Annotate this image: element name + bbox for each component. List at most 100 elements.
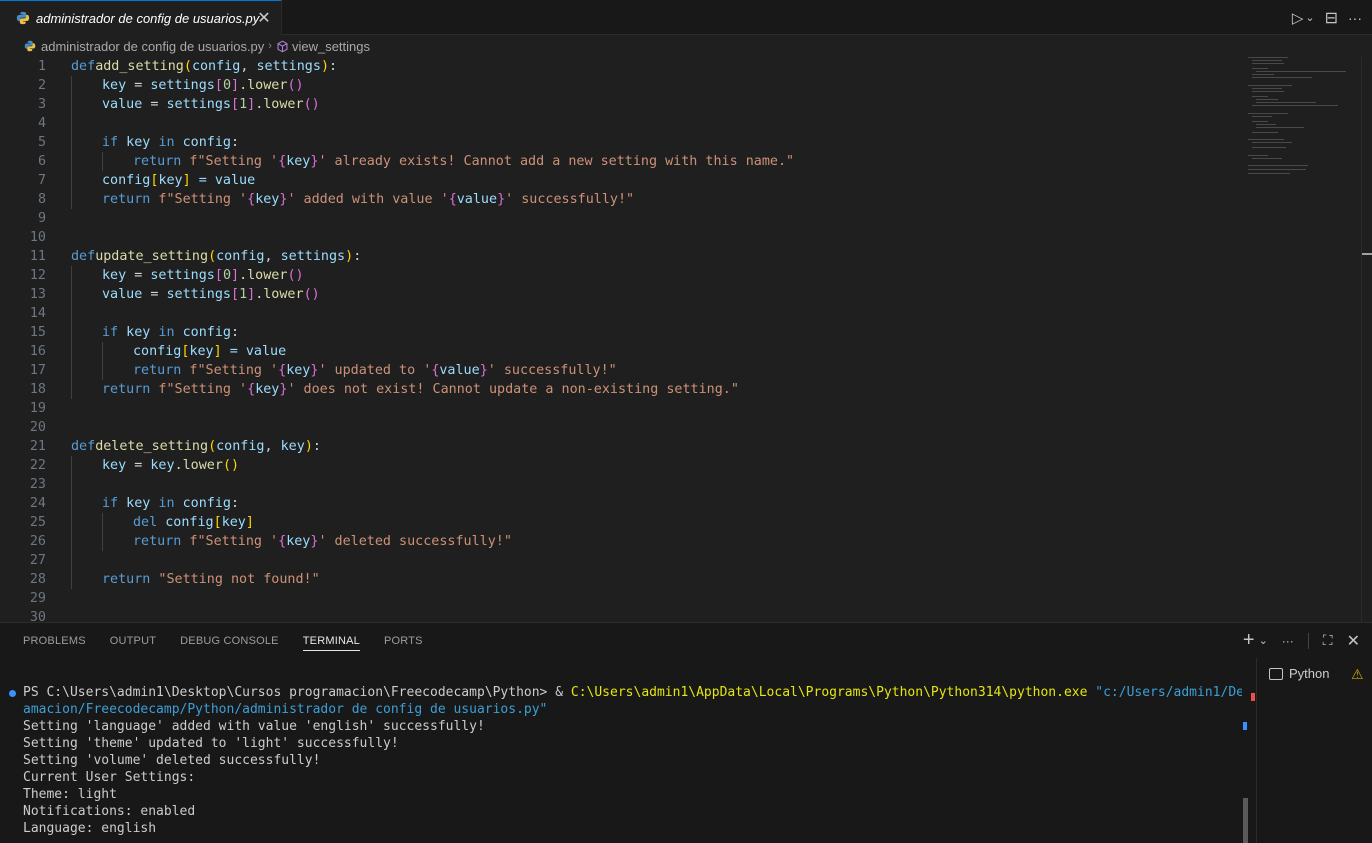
line-number: 27 (29, 553, 46, 568)
code-line[interactable]: 13 value = settings[1].lower() (0, 285, 1240, 304)
command-marker (1243, 722, 1247, 730)
breadcrumb-file[interactable]: administrador de config de usuarios.py (41, 39, 264, 54)
code-text: return f"Setting '{key}' already exists!… (133, 152, 794, 171)
code-line[interactable]: 14 (0, 304, 1240, 323)
code-token: settings (256, 59, 321, 74)
code-line[interactable]: 27 (0, 551, 1240, 570)
code-token: [ (231, 287, 240, 302)
code-token: key (221, 515, 246, 530)
code-token: def (71, 59, 96, 74)
code-line[interactable]: 7 config[key] = value (0, 171, 1240, 190)
tab-output[interactable]: OUTPUT (110, 623, 156, 658)
chevron-down-icon[interactable]: ⌄ (1259, 634, 1268, 647)
code-line[interactable]: 19 (0, 399, 1240, 418)
code-text: return f"Setting '{key}' deleted success… (133, 532, 512, 551)
code-line[interactable]: 2 key = settings[0].lower() (0, 76, 1240, 95)
command-decoration-icon[interactable] (9, 690, 16, 697)
warning-icon[interactable]: ⚠ (1351, 666, 1364, 683)
code-text: defadd_setting(config, settings): (71, 57, 337, 76)
code-line[interactable]: 6 return f"Setting '{key}' already exists… (0, 152, 1240, 171)
code-line[interactable]: 28 return "Setting not found!" (0, 570, 1240, 589)
line-number: 26 (29, 534, 46, 549)
code-token: config (174, 325, 231, 340)
terminal-output[interactable]: PS C:\Users\admin1\Desktop\Cursos progra… (0, 684, 1242, 843)
tab-file[interactable]: administrador de config de usuarios.py ✕ (0, 0, 282, 35)
code-token: , (240, 59, 257, 74)
code-token: value (439, 363, 480, 378)
code-token: ] (245, 515, 254, 530)
code-text: return f"Setting '{key}' added with valu… (102, 190, 634, 209)
code-line[interactable]: 15 if key in config: (0, 323, 1240, 342)
code-line[interactable]: 26 return f"Setting '{key}' deleted succe… (0, 532, 1240, 551)
tab-ports[interactable]: PORTS (384, 623, 423, 658)
run-icon[interactable]: ▷ (1292, 9, 1304, 27)
code-text: value = settings[1].lower() (102, 95, 320, 114)
split-editor-icon[interactable]: ⊟ (1325, 8, 1338, 28)
code-editor[interactable]: 1 defadd_setting(config, settings): 2 key =… (0, 57, 1372, 622)
code-token: return (102, 572, 151, 587)
line-number: 22 (29, 458, 46, 473)
code-token: 0 (222, 268, 231, 283)
code-line[interactable]: 11 defupdate_setting(config, settings): (0, 247, 1240, 266)
maximize-icon[interactable]: ⛶ (1323, 632, 1333, 649)
code-line[interactable]: 9 (0, 209, 1240, 228)
code-token: key (118, 135, 159, 150)
code-line[interactable]: 30 (0, 608, 1240, 622)
code-token: : (329, 59, 338, 74)
code-token: key (189, 344, 214, 359)
code-line[interactable]: 10 (0, 228, 1240, 247)
code-token: config (133, 344, 182, 359)
tab-problems[interactable]: PROBLEMS (23, 623, 86, 658)
code-line[interactable]: 20 (0, 418, 1240, 437)
editor-scrollbar[interactable] (1361, 57, 1372, 622)
code-line[interactable]: 18 return f"Setting '{key}' does not exis… (0, 380, 1240, 399)
code-token: settings (150, 78, 215, 93)
code-line[interactable]: 25 del config[key] (0, 513, 1240, 532)
more-icon[interactable]: ··· (1282, 634, 1294, 648)
close-icon[interactable]: ✕ (255, 9, 273, 27)
more-actions-icon[interactable]: ··· (1348, 10, 1362, 26)
line-number: 18 (29, 382, 46, 397)
code-line[interactable]: 29 (0, 589, 1240, 608)
code-line[interactable]: 17 return f"Setting '{key}' updated to '{… (0, 361, 1240, 380)
code-token: f"Setting ' (181, 363, 279, 378)
code-token: , (264, 249, 281, 264)
code-token: ' successfully!" (487, 363, 617, 378)
code-token: .lower (239, 78, 288, 93)
code-line[interactable]: 8 return f"Setting '{key}' added with val… (0, 190, 1240, 209)
code-token: "Setting not found!" (150, 572, 320, 587)
code-token: config (191, 59, 241, 74)
minimap[interactable] (1248, 57, 1358, 177)
code-line[interactable]: 23 (0, 475, 1240, 494)
code-line[interactable]: 24 if key in config: (0, 494, 1240, 513)
code-line[interactable]: 22 key = key.lower() (0, 456, 1240, 475)
terminal-line: Current User Settings: (23, 770, 196, 785)
code-token: value (102, 287, 143, 302)
close-icon[interactable]: ✕ (1347, 631, 1360, 651)
line-number: 30 (29, 610, 46, 622)
code-line[interactable]: 1 defadd_setting(config, settings): (0, 57, 1240, 76)
code-token: key (150, 458, 175, 473)
code-line[interactable]: 3 value = settings[1].lower() (0, 95, 1240, 114)
code-line[interactable]: 12 key = settings[0].lower() (0, 266, 1240, 285)
tab-debug-console[interactable]: DEBUG CONSOLE (180, 623, 279, 658)
code-token: f"Setting ' (181, 154, 279, 169)
terminal-scrollbar-thumb[interactable] (1243, 798, 1248, 843)
code-token: ( (287, 268, 296, 283)
code-token: in (158, 135, 175, 150)
code-token: { (278, 363, 287, 378)
code-line[interactable]: 21 defdelete_setting(config, key): (0, 437, 1240, 456)
code-line[interactable]: 4 (0, 114, 1240, 133)
terminal-list-item[interactable]: Python (1269, 666, 1329, 681)
code-line[interactable]: 16 config[key] = value (0, 342, 1240, 361)
chevron-down-icon[interactable]: ⌄ (1305, 11, 1314, 24)
tab-terminal[interactable]: TERMINAL (302, 623, 361, 658)
code-line[interactable]: 5 if key in config: (0, 133, 1240, 152)
code-token: ] (247, 287, 256, 302)
code-text: return "Setting not found!" (102, 570, 320, 589)
breadcrumb-symbol[interactable]: view_settings (292, 39, 370, 54)
add-terminal-icon[interactable]: + (1243, 629, 1255, 652)
line-number: 17 (29, 363, 46, 378)
code-token: ( (287, 78, 296, 93)
code-token: return (133, 363, 182, 378)
